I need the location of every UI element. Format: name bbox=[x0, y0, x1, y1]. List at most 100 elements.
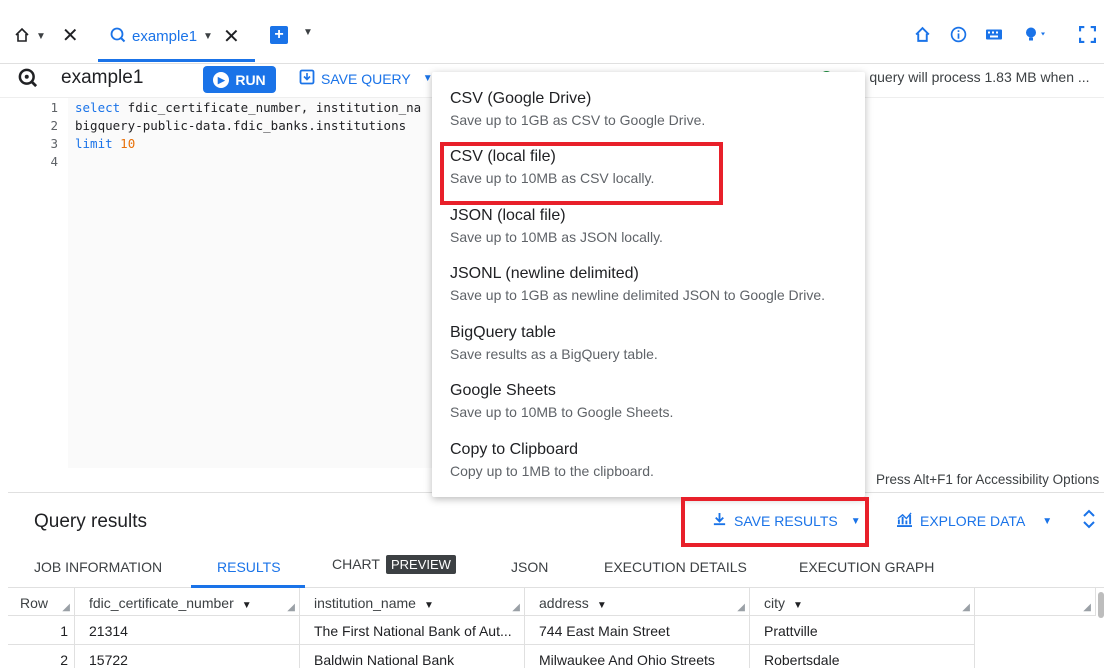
menu-item-csv-google-drive[interactable]: CSV (Google Drive) Save up to 1GB as CSV… bbox=[450, 90, 860, 128]
menu-item-description: Save up to 10MB to Google Sheets. bbox=[450, 404, 674, 420]
explore-data-button[interactable]: EXPLORE DATA ▼ bbox=[896, 512, 1052, 530]
column-header-label: institution_name bbox=[314, 595, 416, 611]
preview-badge: PREVIEW bbox=[385, 555, 456, 574]
save-results-menu: CSV (Google Drive) Save up to 1GB as CSV… bbox=[432, 72, 865, 497]
tab-job-information[interactable]: JOB INFORMATION bbox=[34, 559, 162, 575]
column-header-institution-name[interactable]: institution_name ▼ ◢ bbox=[300, 588, 525, 616]
code-text: fdic_certificate_number, institution_na bbox=[120, 100, 422, 115]
sql-keyword: select bbox=[75, 100, 121, 115]
table-cell[interactable]: Robertsdale bbox=[750, 645, 975, 668]
menu-item-jsonl[interactable]: JSONL (newline delimited) Save up to 1GB… bbox=[450, 265, 860, 303]
sort-arrow-icon[interactable]: ▼ bbox=[424, 600, 434, 611]
column-header-filler: ◢ bbox=[975, 588, 1096, 616]
accessibility-hint: Press Alt+F1 for Accessibility Options bbox=[876, 472, 1100, 487]
tab-execution-graph[interactable]: EXECUTION GRAPH bbox=[799, 559, 934, 575]
resize-grip-icon[interactable]: ◢ bbox=[287, 602, 295, 613]
chevron-down-icon[interactable]: ▼ bbox=[303, 27, 313, 38]
row-number: 2 bbox=[8, 645, 75, 668]
resize-grip-icon[interactable]: ◢ bbox=[512, 602, 520, 613]
run-button[interactable]: ▶ RUN bbox=[203, 66, 276, 93]
row-number: 1 bbox=[8, 616, 75, 645]
column-header-city[interactable]: city ▼ ◢ bbox=[750, 588, 975, 616]
menu-item-description: Save up to 1GB as CSV to Google Drive. bbox=[450, 112, 706, 128]
resize-grip-icon[interactable]: ◢ bbox=[1083, 602, 1091, 613]
results-header: Query results SAVE RESULTS ▼ EXPLORE DAT… bbox=[8, 492, 1104, 548]
play-icon: ▶ bbox=[213, 71, 230, 88]
sql-number: 10 bbox=[120, 136, 136, 151]
info-icon[interactable] bbox=[950, 26, 967, 48]
results-tabs: JOB INFORMATION RESULTS CHART PREVIEW JSO… bbox=[8, 548, 1104, 588]
code-line: bigquery-public-data.fdic_banks.institut… bbox=[75, 118, 406, 133]
tab-chart-label: CHART bbox=[332, 556, 380, 572]
sort-arrow-icon[interactable]: ▼ bbox=[793, 600, 803, 611]
column-header-label: address bbox=[539, 595, 589, 611]
table-cell[interactable]: The First National Bank of Aut... bbox=[300, 616, 525, 645]
add-tab-icon[interactable]: + bbox=[270, 26, 288, 44]
save-query-button[interactable]: SAVE QUERY ▼ bbox=[299, 69, 433, 88]
query-icon bbox=[110, 27, 126, 46]
table-cell[interactable]: Prattville bbox=[750, 616, 975, 645]
lightbulb-icon[interactable] bbox=[1024, 26, 1048, 48]
query-icon bbox=[18, 68, 38, 93]
table-cell[interactable]: 744 East Main Street bbox=[525, 616, 750, 645]
line-number: 1 bbox=[50, 100, 58, 115]
resize-grip-icon[interactable]: ◢ bbox=[962, 602, 970, 613]
results-table: Row ◢ fdic_certificate_number ▼ ◢ institu… bbox=[8, 588, 1096, 668]
scrollbar[interactable] bbox=[1098, 592, 1104, 618]
menu-item-copy-to-clipboard[interactable]: Copy to Clipboard Copy up to 1MB to the … bbox=[450, 441, 860, 479]
column-header-label: fdic_certificate_number bbox=[89, 595, 234, 611]
sort-arrow-icon[interactable]: ▼ bbox=[242, 600, 252, 611]
expand-collapse-icon[interactable] bbox=[1082, 509, 1096, 529]
menu-item-title: Copy to Clipboard bbox=[450, 441, 579, 458]
column-header-label: Row bbox=[20, 595, 49, 611]
tab-label: example1 bbox=[132, 28, 198, 45]
line-number: 3 bbox=[50, 136, 58, 151]
menu-item-description: Copy up to 1MB to the clipboard. bbox=[450, 463, 654, 479]
sql-keyword: limit bbox=[75, 136, 113, 151]
column-header-row[interactable]: Row ◢ bbox=[8, 588, 75, 616]
results-title: Query results bbox=[34, 511, 147, 532]
editor-text-area[interactable] bbox=[68, 98, 440, 468]
tab-results[interactable]: RESULTS bbox=[217, 559, 281, 575]
menu-item-bigquery-table[interactable]: BigQuery table Save results as a BigQuer… bbox=[450, 324, 860, 362]
highlight-box-save-results bbox=[681, 497, 869, 547]
fullscreen-icon[interactable] bbox=[1079, 26, 1096, 48]
chevron-down-icon[interactable]: ▼ bbox=[203, 31, 213, 42]
menu-item-title: CSV (Google Drive) bbox=[450, 90, 592, 107]
home-icon bbox=[14, 27, 30, 46]
table-cell[interactable]: Baldwin National Bank bbox=[300, 645, 525, 668]
column-header-fdic-certificate-number[interactable]: fdic_certificate_number ▼ ◢ bbox=[75, 588, 300, 616]
tab-json[interactable]: JSON bbox=[511, 559, 548, 575]
menu-item-title: Google Sheets bbox=[450, 382, 556, 399]
close-icon[interactable]: ✕ bbox=[62, 26, 79, 46]
menu-item-json-local-file[interactable]: JSON (local file) Save up to 10MB as JSO… bbox=[450, 207, 860, 245]
resize-grip-icon[interactable]: ◢ bbox=[737, 602, 745, 613]
tab-execution-details[interactable]: EXECUTION DETAILS bbox=[604, 559, 747, 575]
column-header-label: city bbox=[764, 595, 785, 611]
keyboard-icon[interactable] bbox=[985, 26, 1003, 48]
home-tab[interactable]: ▼ ✕ bbox=[14, 14, 79, 58]
code-line: select fdic_certificate_number, institut… bbox=[75, 100, 421, 115]
save-icon bbox=[299, 69, 315, 88]
close-icon[interactable]: ✕ bbox=[223, 27, 240, 47]
status-text: This query will process 1.83 MB when ... bbox=[839, 69, 1090, 85]
table-cell[interactable]: Milwaukee And Ohio Streets bbox=[525, 645, 750, 668]
chevron-down-icon[interactable]: ▼ bbox=[36, 31, 46, 42]
query-title: example1 bbox=[61, 67, 144, 88]
sort-arrow-icon[interactable]: ▼ bbox=[597, 600, 607, 611]
resize-grip-icon[interactable]: ◢ bbox=[62, 602, 70, 613]
menu-item-title: JSON (local file) bbox=[450, 207, 566, 224]
column-header-address[interactable]: address ▼ ◢ bbox=[525, 588, 750, 616]
menu-item-google-sheets[interactable]: Google Sheets Save up to 10MB to Google … bbox=[450, 382, 860, 420]
home-icon[interactable] bbox=[914, 26, 931, 48]
code-text: bigquery-public-data.fdic_banks.institut… bbox=[75, 118, 407, 133]
table-cell[interactable]: 21314 bbox=[75, 616, 300, 645]
menu-item-description: Save results as a BigQuery table. bbox=[450, 346, 658, 362]
table-cell[interactable]: 15722 bbox=[75, 645, 300, 668]
chevron-down-icon: ▼ bbox=[1042, 515, 1053, 527]
tab-example1[interactable]: example1 ▼ ✕ bbox=[98, 14, 255, 62]
highlight-box-csv-local bbox=[440, 142, 723, 205]
tab-chart[interactable]: CHART PREVIEW bbox=[332, 555, 456, 574]
run-label: RUN bbox=[235, 71, 266, 88]
save-query-label: SAVE QUERY bbox=[321, 70, 411, 87]
